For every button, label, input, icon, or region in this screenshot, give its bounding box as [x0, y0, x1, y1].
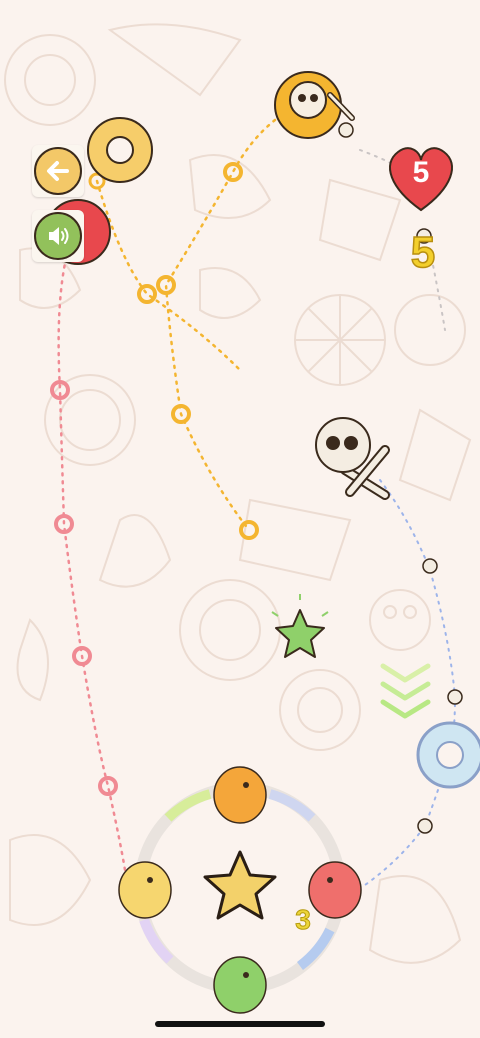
blue-path: [364, 479, 457, 886]
sound-button[interactable]: [32, 210, 84, 262]
launcher-button[interactable]: [140, 788, 340, 988]
arrow-left-icon: [34, 147, 82, 195]
big-skull-enemy: [315, 417, 390, 500]
boost-chevrons: [380, 663, 431, 719]
lives-count: 5: [412, 156, 430, 189]
pink-path: [57, 248, 127, 872]
home-indicator[interactable]: [155, 1021, 325, 1027]
rainbow-donut: [416, 721, 480, 789]
back-button[interactable]: [32, 145, 84, 197]
gold-donut: [87, 117, 153, 183]
speaker-icon: [34, 212, 82, 260]
score-count: 5: [410, 227, 436, 278]
